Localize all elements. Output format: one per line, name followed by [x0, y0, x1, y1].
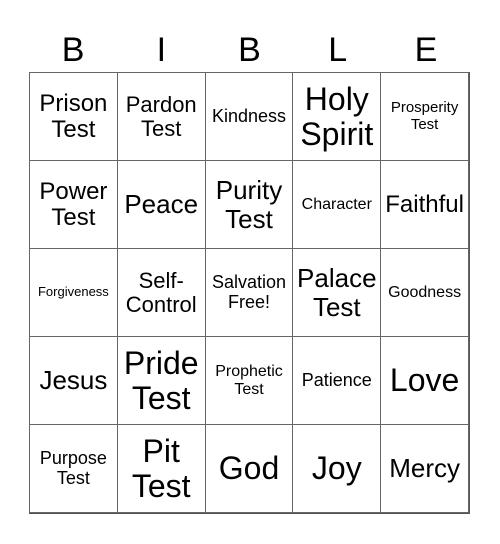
bingo-cell[interactable]: Joy [292, 424, 382, 513]
bingo-cell[interactable]: Prison Test [29, 72, 118, 161]
bingo-cell[interactable]: Love [380, 336, 469, 425]
bingo-cell[interactable]: Kindness [204, 72, 294, 161]
header-letter: L [328, 31, 348, 69]
bingo-header: B I B L E [29, 28, 470, 72]
bingo-cell[interactable]: Prophetic Test [204, 336, 294, 425]
bingo-cell[interactable]: Salvation Free! [204, 248, 294, 337]
bingo-cell[interactable]: Purpose Test [29, 424, 118, 513]
bingo-cell[interactable]: Palace Test [292, 248, 382, 337]
bingo-cell[interactable]: Purity Test [204, 160, 294, 249]
header-letter: B [238, 31, 261, 69]
bingo-cell[interactable]: Peace [116, 160, 206, 249]
bingo-cell[interactable]: Pride Test [116, 336, 206, 425]
bingo-cell[interactable]: Prosperity Test [380, 72, 469, 161]
bingo-cell[interactable]: Self-Control [116, 248, 206, 337]
bingo-cell[interactable]: Faithful [380, 160, 469, 249]
header-letter: B [61, 31, 85, 69]
bingo-cell[interactable]: Holy Spirit [292, 72, 382, 161]
bingo-cell[interactable]: Pardon Test [116, 72, 206, 161]
bingo-grid: Prison Test Pardon Test Kindness Holy Sp… [29, 72, 470, 514]
bingo-cell[interactable]: Patience [292, 336, 382, 425]
bingo-cell[interactable]: Mercy [380, 424, 469, 513]
bingo-cell[interactable]: Jesus [29, 336, 118, 425]
bingo-cell[interactable]: Goodness [380, 248, 469, 337]
bingo-cell[interactable]: Forgiveness [29, 248, 118, 337]
bingo-cell[interactable]: God [204, 424, 294, 513]
bingo-cell[interactable]: Power Test [29, 160, 118, 249]
header-letter: I [156, 31, 167, 69]
bingo-cell[interactable]: Character [292, 160, 382, 249]
bingo-cell[interactable]: Pit Test [116, 424, 206, 513]
header-letter: E [414, 31, 438, 69]
